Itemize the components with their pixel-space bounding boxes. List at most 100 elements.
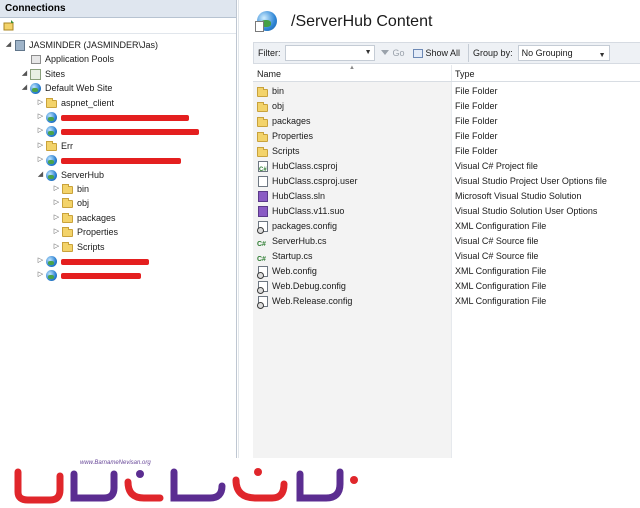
tree-node[interactable]: ◢ Default Web Site xyxy=(20,81,112,95)
tree-node[interactable]: ◢ ServerHub xyxy=(36,168,104,182)
tree-node-redacted[interactable]: ▷ xyxy=(36,268,141,282)
filter-input[interactable]: ▼ xyxy=(284,45,375,61)
item-type: Visual C# Source file xyxy=(455,236,539,246)
tree-node-label: aspnet_client xyxy=(61,97,115,108)
expand-arrow-icon[interactable]: ▷ xyxy=(52,225,61,239)
redacted-label xyxy=(61,114,189,121)
config-icon xyxy=(257,266,269,279)
globe-icon xyxy=(45,111,58,123)
item-name: packages.config xyxy=(272,221,338,231)
column-header-name[interactable]: Name xyxy=(257,69,281,79)
list-item[interactable]: packages.config XML Configuration File xyxy=(253,219,640,234)
globe-icon xyxy=(45,125,58,138)
expand-arrow-icon[interactable]: ▷ xyxy=(36,268,45,282)
chevron-down-icon[interactable]: ▼ xyxy=(599,49,606,63)
item-name: packages xyxy=(272,116,311,126)
expand-arrow-icon[interactable]: ▷ xyxy=(52,240,61,254)
tree-node-label: Sites xyxy=(45,68,66,79)
globe-icon xyxy=(45,255,58,267)
expand-arrow-icon[interactable]: ▷ xyxy=(52,182,61,196)
list-item[interactable]: Web.Debug.config XML Configuration File xyxy=(253,279,640,294)
config-icon xyxy=(257,296,269,309)
collapse-arrow-icon[interactable]: ◢ xyxy=(20,81,29,95)
item-name: HubClass.sln xyxy=(272,191,326,201)
tree-node[interactable]: ▷ Err xyxy=(36,139,73,153)
item-type: File Folder xyxy=(455,131,498,141)
tree-node[interactable]: ▷ bin xyxy=(52,182,89,196)
tree-node-label: Err xyxy=(61,140,73,151)
tree-node[interactable]: ▷ aspnet_client xyxy=(36,96,114,110)
column-header-type[interactable]: Type xyxy=(455,69,475,79)
expand-arrow-icon[interactable]: ▷ xyxy=(52,196,61,210)
filter-label: Filter: xyxy=(258,48,281,58)
tree-node-redacted[interactable]: ▷ xyxy=(36,110,189,124)
list-item[interactable]: Scripts File Folder xyxy=(253,144,640,159)
item-name: HubClass.csproj.user xyxy=(272,176,358,186)
list-item[interactable]: C# Startup.cs Visual C# Source file xyxy=(253,249,640,264)
collapse-arrow-icon[interactable]: ◢ xyxy=(4,38,13,52)
tree-node-redacted[interactable]: ▷ xyxy=(36,124,199,138)
expand-arrow-icon[interactable]: ▷ xyxy=(36,96,45,110)
list-item[interactable]: HubClass.v11.suo Visual Studio Solution U… xyxy=(253,204,640,219)
expand-arrow-icon[interactable]: ▷ xyxy=(36,153,45,167)
tree-node[interactable]: ◢ JASMINDER (JASMINDER\Jas) xyxy=(4,38,158,52)
tree-node[interactable]: ▷ packages xyxy=(52,211,116,225)
list-item[interactable]: obj File Folder xyxy=(253,99,640,114)
tree-node-redacted[interactable]: ▷ xyxy=(36,254,149,268)
folder-icon xyxy=(61,212,74,224)
item-name: Properties xyxy=(272,131,314,141)
list-item[interactable]: Properties File Folder xyxy=(253,129,640,144)
collapse-arrow-icon[interactable]: ◢ xyxy=(36,168,45,182)
go-button[interactable]: Go xyxy=(380,48,405,58)
item-type: Visual Studio Project User Options file xyxy=(455,176,607,186)
list-item[interactable]: Web.config XML Configuration File xyxy=(253,264,640,279)
tree-node[interactable]: ▷ obj xyxy=(52,196,89,210)
list-item[interactable]: HubClass.csproj.user Visual Studio Projec… xyxy=(253,174,640,189)
item-name: Scripts xyxy=(272,146,300,156)
page-title: /ServerHub Content xyxy=(291,13,433,30)
list-item[interactable]: Web.Release.config XML Configuration File xyxy=(253,294,640,309)
new-connection-icon[interactable] xyxy=(3,20,15,31)
list-item[interactable]: C# HubClass.csproj Visual C# Project file xyxy=(253,159,640,174)
list-item[interactable]: C# ServerHub.cs Visual C# Source file xyxy=(253,234,640,249)
config-icon xyxy=(257,281,269,294)
expand-arrow-icon[interactable]: ▷ xyxy=(36,124,45,138)
show-all-button[interactable]: Show All xyxy=(412,48,460,58)
expand-arrow-icon[interactable]: ▷ xyxy=(36,254,45,268)
list-item[interactable]: packages File Folder xyxy=(253,114,640,129)
item-name: bin xyxy=(272,86,285,96)
list-header: ▲ Name Type xyxy=(253,65,640,82)
item-type: XML Configuration File xyxy=(455,296,547,306)
show-all-icon xyxy=(412,48,423,58)
list-item[interactable]: bin File Folder xyxy=(253,84,640,99)
content-list: ▲ Name Type bin File Folder obj File Folder… xyxy=(253,65,640,458)
config-icon xyxy=(257,221,269,234)
collapse-arrow-icon[interactable]: ◢ xyxy=(20,67,29,81)
redacted-label xyxy=(61,258,149,265)
site-logo-watermark: www.BarnameNevisan.org xyxy=(10,458,370,506)
redacted-label xyxy=(61,128,199,135)
item-name: ServerHub.cs xyxy=(272,236,327,246)
tree-node[interactable]: ◢ Sites xyxy=(20,67,65,81)
tree-node-label: JASMINDER (JASMINDER\Jas) xyxy=(29,40,159,50)
globe-icon xyxy=(29,82,42,95)
expand-arrow-icon[interactable]: ▷ xyxy=(52,211,61,225)
tree-node[interactable]: Application Pools xyxy=(20,52,114,66)
group-by-select[interactable]: No Grouping ▼ xyxy=(517,45,610,63)
globe-icon xyxy=(45,154,58,167)
chevron-down-icon[interactable]: ▼ xyxy=(365,49,372,56)
tree-node-redacted[interactable]: ▷ xyxy=(36,153,181,167)
tree-node[interactable]: ▷ Scripts xyxy=(52,240,105,254)
item-type: Visual C# Source file xyxy=(455,251,539,261)
expand-arrow-icon[interactable]: ▷ xyxy=(36,139,45,153)
item-type: XML Configuration File xyxy=(455,221,547,231)
watermark-url: www.BarnameNevisan.org xyxy=(80,460,151,466)
list-item[interactable]: HubClass.sln Microsoft Visual Studio Solu… xyxy=(253,189,640,204)
globe-icon xyxy=(45,269,58,282)
tree-node-label: Scripts xyxy=(77,241,105,252)
tree-node-label: Application Pools xyxy=(45,54,115,65)
tree-node[interactable]: ▷ Properties xyxy=(52,225,118,239)
group-by-label: Group by: xyxy=(468,44,513,62)
expand-arrow-icon[interactable]: ▷ xyxy=(36,110,45,124)
filter-funnel-icon xyxy=(380,49,390,58)
